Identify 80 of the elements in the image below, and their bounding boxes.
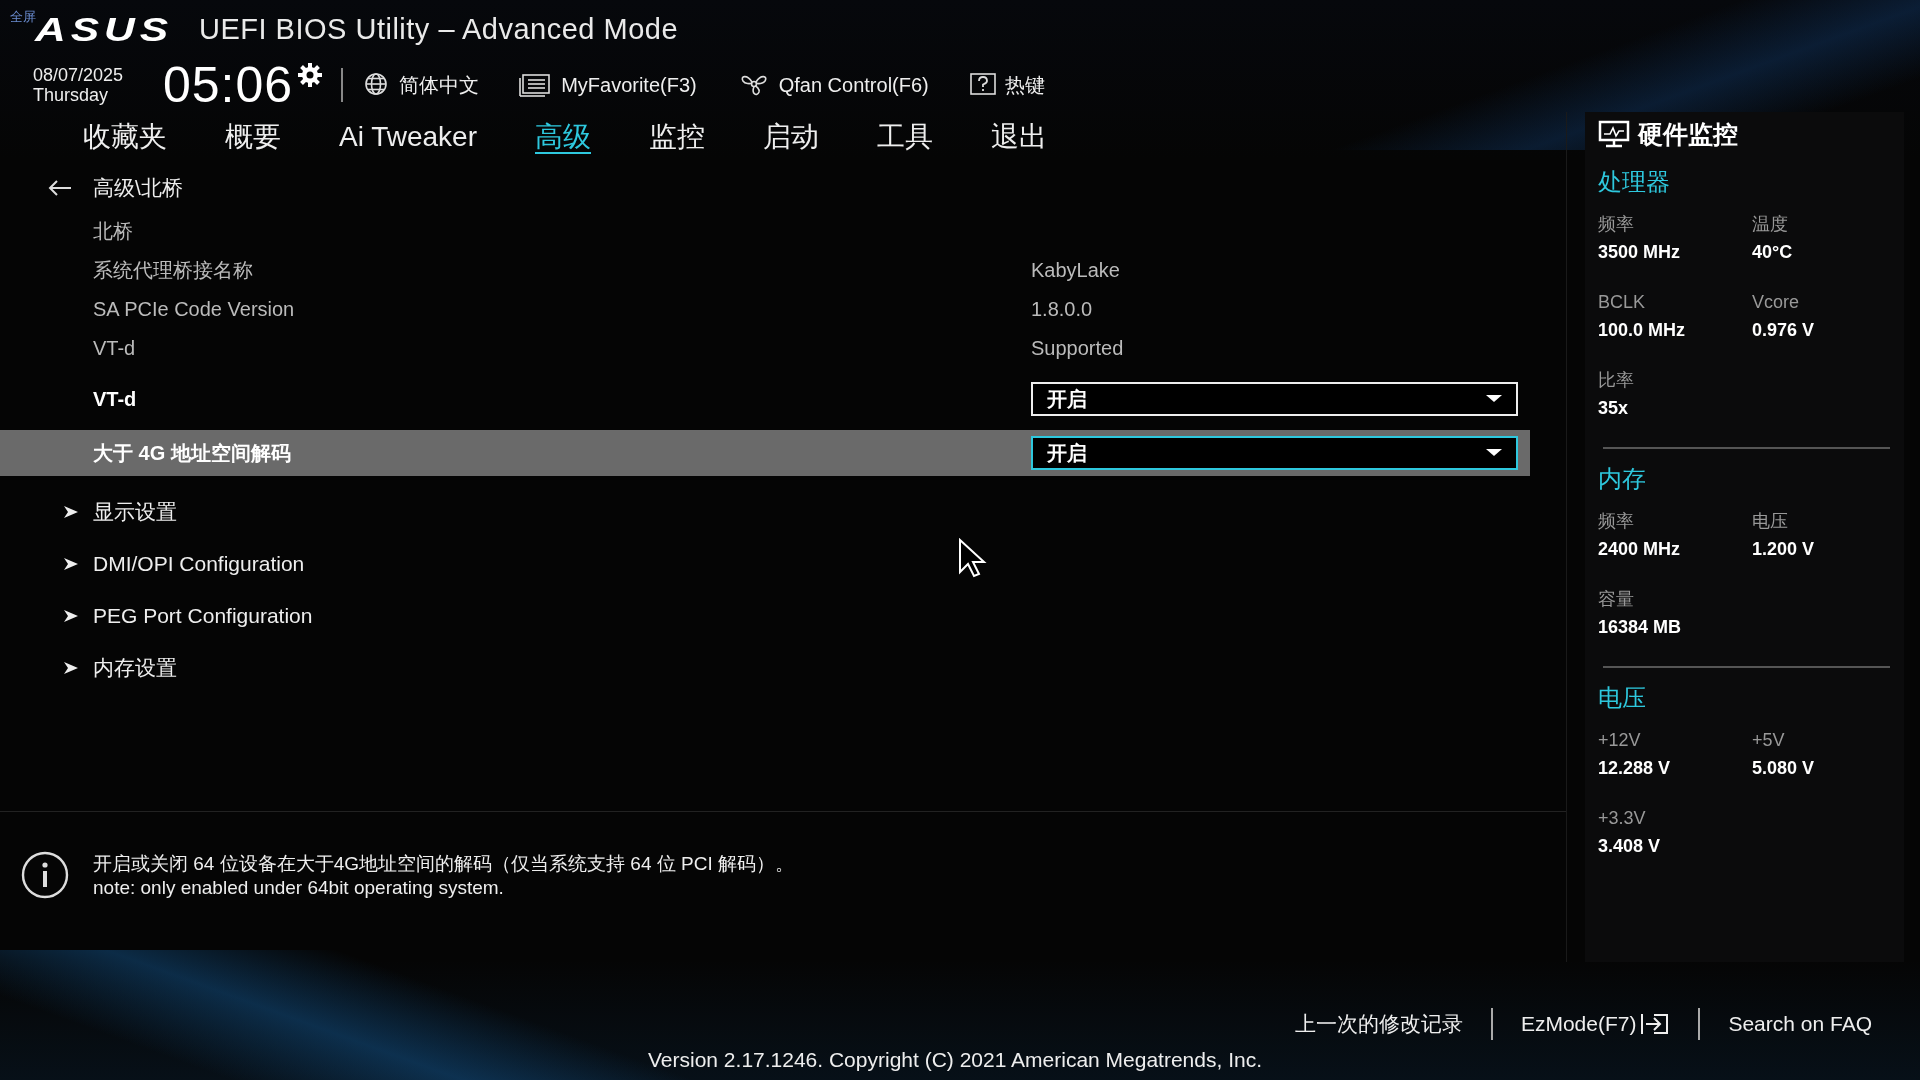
clock-time: 05:06: [163, 56, 294, 114]
myfavorite-button[interactable]: MyFavorite(F3): [519, 72, 697, 98]
submenu-item[interactable]: DMI/OPI Configuration: [0, 538, 1031, 590]
menu-tab[interactable]: Ai Tweaker: [316, 121, 500, 153]
reading-label: +5V: [1752, 729, 1786, 752]
back-arrow-icon: [48, 179, 72, 197]
menu-tab[interactable]: 启动: [740, 118, 842, 156]
monitor-icon: [1598, 120, 1630, 148]
submenu-item[interactable]: 显示设置: [0, 486, 1031, 538]
window-title: UEFI BIOS Utility – Advanced Mode: [199, 12, 679, 46]
weekday-text: Thursday: [33, 85, 110, 105]
reading-value: 5.080 V: [1752, 757, 1816, 780]
setting-label: 系统代理桥接名称: [93, 258, 254, 283]
settings-icon: [297, 62, 324, 88]
reading-value: 3.408 V: [1598, 835, 1662, 858]
qfan-control-button[interactable]: Qfan Control(F6): [736, 72, 929, 98]
brand-logo: ASUS: [35, 9, 175, 49]
language-button[interactable]: 简体中文: [363, 71, 480, 99]
dropdown[interactable]: 开启: [1031, 382, 1518, 416]
exit-icon: [1640, 1013, 1671, 1035]
reading-label: 电压: [1752, 510, 1789, 533]
reading-value: 1.200 V: [1752, 538, 1816, 561]
arrowhead-icon: [64, 661, 78, 675]
reading-value: 2400 MHz: [1598, 538, 1682, 561]
dropdown[interactable]: 开启: [1031, 436, 1518, 470]
ezmode-link[interactable]: EzMode(F7): [1492, 1012, 1699, 1036]
reading-label: Vcore: [1752, 291, 1801, 314]
mouse-pointer-icon: [958, 538, 988, 578]
setting-label: 大于 4G 地址空间解码: [93, 440, 292, 466]
info-icon: [20, 850, 70, 900]
menu-tab[interactable]: 高级: [512, 118, 614, 156]
reading-value: 40°C: [1752, 241, 1794, 264]
section-title: 内存: [1598, 464, 1647, 494]
section-title: 处理器: [1598, 167, 1671, 197]
menu-tab[interactable]: 退出: [968, 118, 1070, 156]
setting-value: KabyLake: [1031, 259, 1120, 282]
setting-label: SA PCIe Code Version: [93, 298, 296, 321]
reading-label: BCLK: [1598, 291, 1647, 314]
setting-value: Supported: [1031, 337, 1124, 360]
submenu-item[interactable]: 内存设置: [0, 642, 1031, 694]
setting-label: VT-d: [93, 387, 138, 411]
reading-value: 0.976 V: [1752, 319, 1816, 342]
reading-label: +3.3V: [1598, 807, 1647, 830]
overlay-label: 全屏: [10, 8, 36, 24]
reading-label: +12V: [1598, 729, 1642, 752]
section-heading: 北桥: [93, 219, 134, 244]
search-faq-link[interactable]: Search on FAQ: [1700, 1012, 1900, 1036]
breadcrumb-text: 高级\北桥: [93, 175, 183, 201]
menu-tab[interactable]: 收藏夹: [60, 118, 190, 156]
last-modified-link[interactable]: 上一次的修改记录: [1266, 1010, 1491, 1038]
reading-label: 温度: [1752, 213, 1789, 236]
menu-tab[interactable]: 工具: [854, 118, 956, 156]
arrowhead-icon: [64, 505, 78, 519]
reading-label: 容量: [1598, 588, 1635, 611]
submenu-item[interactable]: PEG Port Configuration: [0, 590, 1031, 642]
panel-title: 硬件监控: [1638, 118, 1738, 150]
reading-value: 100.0 MHz: [1598, 319, 1687, 342]
help-key-icon: [968, 72, 997, 98]
section-title: 电压: [1598, 683, 1647, 713]
reading-value: 3500 MHz: [1598, 241, 1682, 264]
reading-label: 频率: [1598, 213, 1635, 236]
arrowhead-icon: [64, 609, 78, 623]
reading-value: 16384 MB: [1598, 616, 1683, 639]
menu-tab[interactable]: 监控: [626, 118, 728, 156]
reading-value: 35x: [1598, 397, 1630, 420]
reading-label: 比率: [1598, 369, 1635, 392]
menu-tab[interactable]: 概要: [202, 118, 304, 156]
arrowhead-icon: [64, 557, 78, 571]
version-text: Version 2.17.1246. Copyright (C) 2021 American Megatrends, Inc.: [648, 1048, 1262, 1072]
selected-row-highlight[interactable]: 大于 4G 地址空间解码 开启: [0, 430, 1530, 476]
caret-icon: [1486, 449, 1502, 457]
caret-icon: [1486, 395, 1502, 403]
reading-value: 12.288 V: [1598, 757, 1672, 780]
setting-label: VT-d: [93, 337, 137, 360]
setting-value: 1.8.0.0: [1031, 298, 1093, 321]
date-text: 08/07/2025: [33, 65, 125, 85]
reading-label: 频率: [1598, 510, 1635, 533]
hotkey-button[interactable]: 热键: [968, 71, 1045, 99]
help-text: 开启或关闭 64 位设备在大于4G地址空间的解码（仅当系统支持 64 位 PCI 解码）。: [93, 852, 794, 876]
help-text: note: only enabled under 64bit operating system.: [93, 876, 505, 900]
